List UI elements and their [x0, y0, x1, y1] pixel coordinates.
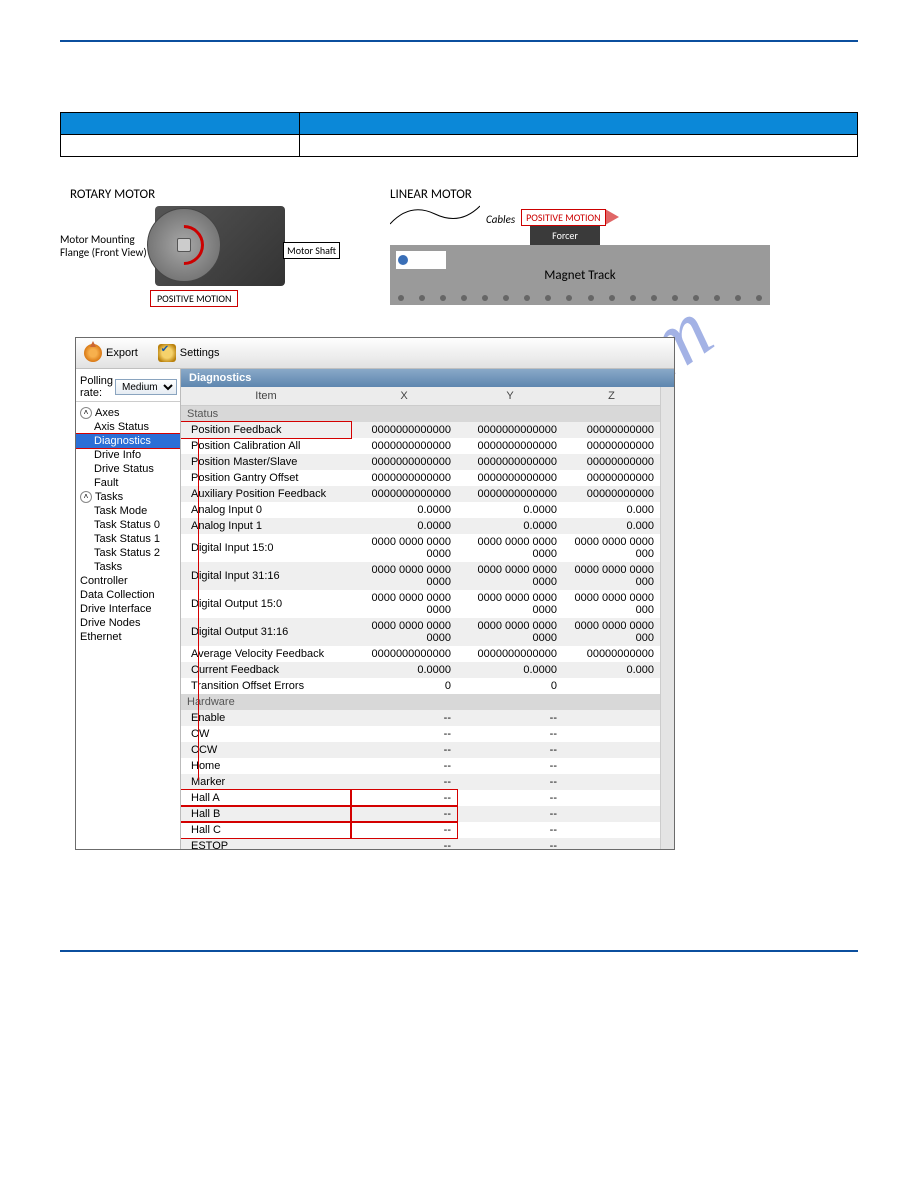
tree-pane: Polling rate: Medium ˄Axes Axis Status D… [76, 369, 181, 849]
table-row: Hall C---- [181, 822, 660, 838]
tree-tasks-group[interactable]: ˄Tasks [76, 490, 180, 504]
table-row: Auxiliary Position Feedback0000000000000… [181, 486, 660, 502]
tree-task-mode[interactable]: Task Mode [76, 504, 180, 518]
linear-positive-motion-label: POSITIVE MOTION [521, 209, 605, 226]
tree-axes-group[interactable]: ˄Axes [76, 406, 180, 420]
tree-task-status-0[interactable]: Task Status 0 [76, 518, 180, 532]
table-row: Average Velocity Feedback000000000000000… [181, 646, 660, 662]
diagnostics-table: Item X Y Z StatusPosition Feedback000000… [181, 387, 660, 849]
forcer-label: Forcer [530, 226, 600, 245]
chevron-collapse-icon: ˄ [80, 491, 92, 503]
section-header: Status [181, 406, 660, 423]
table-row: CCW---- [181, 742, 660, 758]
table-row: Home---- [181, 758, 660, 774]
linear-motor-diagram: LINEAR MOTOR Cables POSITIVE MOTION Forc… [390, 187, 770, 305]
export-label: Export [106, 347, 138, 359]
table-row: Digital Output 31:160000 0000 0000 00000… [181, 618, 660, 646]
highlight-connector [188, 438, 198, 439]
section-header: Hardware [181, 694, 660, 710]
cables-label: Cables [486, 213, 515, 226]
tree-ethernet[interactable]: Ethernet [76, 630, 180, 644]
polling-rate-select[interactable]: Medium [115, 379, 177, 395]
settings-button[interactable]: Settings [158, 344, 220, 362]
table-row: ESTOP---- [181, 838, 660, 849]
highlight-connector [198, 438, 199, 780]
tree-drive-interface[interactable]: Drive Interface [76, 602, 180, 616]
col-y[interactable]: Y [457, 387, 563, 406]
tree-task-status-2[interactable]: Task Status 2 [76, 546, 180, 560]
col-z[interactable]: Z [563, 387, 660, 406]
table-row: Position Gantry Offset000000000000000000… [181, 470, 660, 486]
tree-drive-status[interactable]: Drive Status [76, 462, 180, 476]
table-row: CW---- [181, 726, 660, 742]
table-row: Digital Input 31:160000 0000 0000 000000… [181, 562, 660, 590]
header-table [60, 112, 858, 157]
motor-shaft-label: Motor Shaft [283, 242, 340, 259]
magnet-track: Magnet Track [390, 245, 770, 305]
table-row: Analog Input 00.00000.00000.000 [181, 502, 660, 518]
table-row: Digital Input 15:00000 0000 0000 0000000… [181, 534, 660, 562]
settings-icon [158, 344, 176, 362]
table-row: Current Feedback0.00000.00000.000 [181, 662, 660, 678]
linear-motor-title: LINEAR MOTOR [390, 187, 472, 202]
col-x[interactable]: X [351, 387, 457, 406]
settings-label: Settings [180, 347, 220, 359]
tree-drive-nodes[interactable]: Drive Nodes [76, 616, 180, 630]
diagnostics-pane-title: Diagnostics [181, 369, 674, 387]
rotary-motor-title: ROTARY MOTOR [70, 187, 340, 202]
diagnostics-window: Export Settings Polling rate: Medium ˄Ax… [75, 337, 675, 850]
table-row: Position Feedback00000000000000000000000… [181, 422, 660, 438]
tree-tasks-leaf[interactable]: Tasks [76, 560, 180, 574]
motor-diagrams: ROTARY MOTOR Motor Mounting Flange (Fron… [60, 187, 858, 307]
footer-rule [60, 950, 858, 952]
export-icon [84, 344, 102, 362]
table-row: Marker---- [181, 774, 660, 790]
export-button[interactable]: Export [84, 344, 138, 362]
vertical-scrollbar[interactable] [660, 387, 674, 849]
rotation-arrow-icon [156, 217, 213, 274]
table-row: Hall A---- [181, 790, 660, 806]
rotary-positive-motion-label: POSITIVE MOTION [150, 290, 238, 307]
table-row: Enable---- [181, 710, 660, 726]
tree-data-collection[interactable]: Data Collection [76, 588, 180, 602]
rotary-motor-graphic: Motor Shaft [155, 206, 285, 286]
polling-rate-label: Polling rate: [80, 375, 113, 399]
col-item[interactable]: Item [181, 387, 351, 406]
chevron-collapse-icon: ˄ [80, 407, 92, 419]
table-row: Position Calibration All0000000000000000… [181, 438, 660, 454]
mounting-flange-label: Motor Mounting Flange (Front View) [60, 233, 150, 259]
tree-controller[interactable]: Controller [76, 574, 180, 588]
tree-drive-info[interactable]: Drive Info [76, 448, 180, 462]
table-row: Transition Offset Errors00 [181, 678, 660, 694]
toolbar: Export Settings [76, 338, 674, 369]
cable-curve-icon [390, 202, 480, 226]
tree-diagnostics[interactable]: Diagnostics [76, 434, 180, 448]
diagnostics-pane: Diagnostics Item X Y Z [181, 369, 674, 849]
tree-fault[interactable]: Fault [76, 476, 180, 490]
magnet-track-label: Magnet Track [544, 268, 615, 283]
table-row: Digital Output 15:00000 0000 0000 000000… [181, 590, 660, 618]
table-row: Analog Input 10.00000.00000.000 [181, 518, 660, 534]
track-badge-icon [396, 251, 446, 269]
tree-task-status-1[interactable]: Task Status 1 [76, 532, 180, 546]
tree-axis-status[interactable]: Axis Status [76, 420, 180, 434]
nav-tree: ˄Axes Axis Status Diagnostics Drive Info… [76, 406, 180, 644]
table-row: Position Master/Slave0000000000000000000… [181, 454, 660, 470]
header-rule [60, 40, 858, 42]
table-row: Hall B---- [181, 806, 660, 822]
rotary-motor-diagram: ROTARY MOTOR Motor Mounting Flange (Fron… [60, 187, 340, 307]
